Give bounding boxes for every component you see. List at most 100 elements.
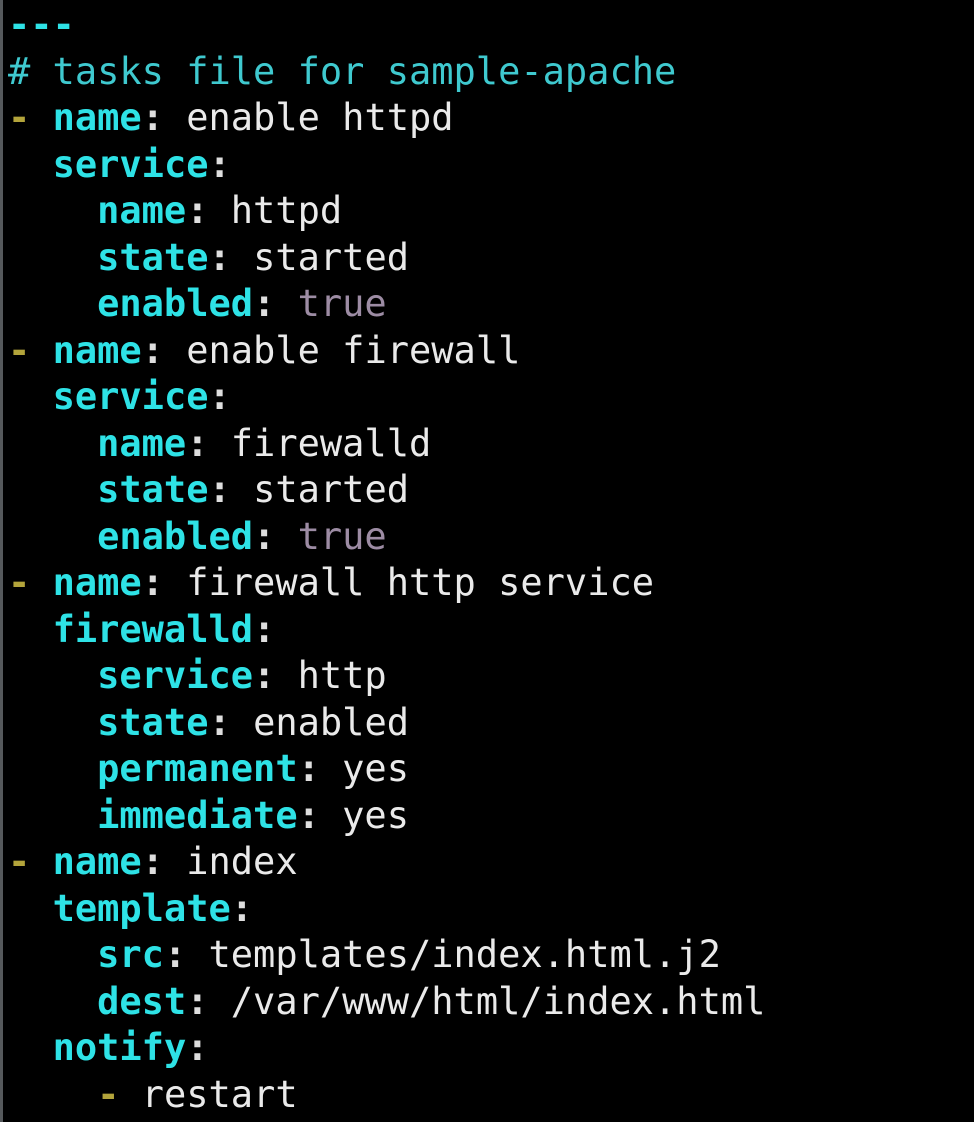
token-key: name (52, 840, 142, 883)
code-line[interactable]: enabled: true (0, 514, 974, 561)
token-colon: : (208, 142, 231, 186)
token-key: enabled (97, 514, 254, 558)
token-colon: : (186, 421, 209, 465)
token-ws (209, 422, 231, 465)
code-line[interactable]: service: http (0, 653, 974, 700)
token-ws (275, 654, 297, 697)
code-line[interactable]: service: (0, 374, 974, 421)
token-ws (320, 794, 342, 837)
token-ws (186, 933, 208, 976)
token-val: /var/www/html/index.html (230, 979, 766, 1023)
token-val: enable httpd (186, 96, 454, 139)
token-colon: : (186, 189, 209, 232)
token-key: template (52, 886, 231, 930)
token-key: state (97, 700, 209, 744)
yaml-code-view[interactable]: --- # tasks file for sample-apache - name:… (0, 0, 974, 1118)
token-ws (30, 840, 52, 883)
token-ws (275, 282, 297, 325)
token-key: name (52, 96, 142, 139)
code-line[interactable]: template: (0, 886, 974, 933)
token-val: enabled (253, 700, 409, 744)
token-colon: : (208, 700, 231, 744)
token-dash: - (8, 561, 31, 604)
code-line[interactable]: enabled: true (0, 281, 974, 328)
token-colon: : (297, 793, 320, 837)
token-ws (164, 840, 186, 883)
token-ws (164, 561, 186, 604)
token-ws (231, 468, 253, 511)
code-line[interactable]: firewalld: (0, 607, 974, 654)
code-line[interactable]: dest: /var/www/html/index.html (0, 979, 974, 1026)
token-doc: --- (8, 3, 75, 46)
token-colon: : (163, 933, 187, 976)
token-val: firewall http service (186, 561, 655, 604)
token-key: state (97, 235, 209, 279)
code-line[interactable]: service: (0, 142, 974, 189)
token-colon: : (253, 607, 276, 651)
token-key: state (97, 468, 209, 511)
token-key: service (52, 375, 209, 418)
token-val: yes (342, 793, 409, 837)
token-key: name (97, 421, 187, 465)
code-line[interactable]: - name: enable httpd (0, 95, 974, 142)
code-line[interactable]: notify: (0, 1025, 974, 1072)
token-colon: : (253, 282, 276, 325)
token-key: name (52, 561, 142, 604)
token-ws (320, 747, 342, 790)
token-colon: : (141, 840, 164, 883)
code-line[interactable]: - name: index (0, 839, 974, 886)
code-line[interactable]: state: started (0, 467, 974, 514)
window-left-edge-strip (0, 0, 3, 1122)
token-val: started (253, 235, 409, 279)
token-val: index (186, 840, 298, 883)
token-colon: : (253, 654, 276, 697)
token-bool: true (297, 514, 387, 558)
token-dash: - (97, 1072, 120, 1116)
code-line[interactable]: src: templates/index.html.j2 (0, 932, 974, 979)
token-ws (209, 980, 231, 1023)
token-val: yes (342, 747, 409, 790)
code-line[interactable]: - restart (0, 1072, 974, 1119)
token-colon: : (230, 886, 254, 930)
code-line[interactable]: - name: firewall http service (0, 560, 974, 607)
code-line[interactable]: immediate: yes (0, 793, 974, 840)
code-line[interactable]: name: firewalld (0, 421, 974, 468)
token-key: dest (97, 979, 187, 1023)
token-key: permanent (97, 747, 298, 790)
code-line[interactable]: state: enabled (0, 700, 974, 747)
token-ws (209, 189, 231, 232)
code-line[interactable]: permanent: yes (0, 746, 974, 793)
token-key: service (97, 654, 254, 697)
token-colon: : (186, 979, 209, 1023)
token-val: http (297, 654, 387, 697)
code-line[interactable]: name: httpd (0, 188, 974, 235)
token-key: enabled (97, 282, 254, 325)
token-dash: - (8, 328, 31, 372)
token-val: enable firewall (186, 328, 521, 372)
token-colon: : (208, 235, 231, 279)
code-line[interactable]: - name: enable firewall (0, 328, 974, 375)
code-line[interactable]: state: started (0, 235, 974, 282)
code-line[interactable]: # tasks file for sample-apache (0, 49, 974, 96)
code-line[interactable]: --- (0, 2, 974, 49)
token-key: immediate (97, 793, 298, 837)
token-bool: true (297, 282, 387, 325)
token-key: service (52, 142, 209, 186)
token-key: src (97, 933, 164, 976)
token-colon: : (141, 328, 164, 372)
token-ws (164, 329, 186, 372)
token-colon: : (208, 375, 231, 418)
token-val: httpd (230, 189, 343, 232)
token-key: firewalld (52, 607, 254, 651)
